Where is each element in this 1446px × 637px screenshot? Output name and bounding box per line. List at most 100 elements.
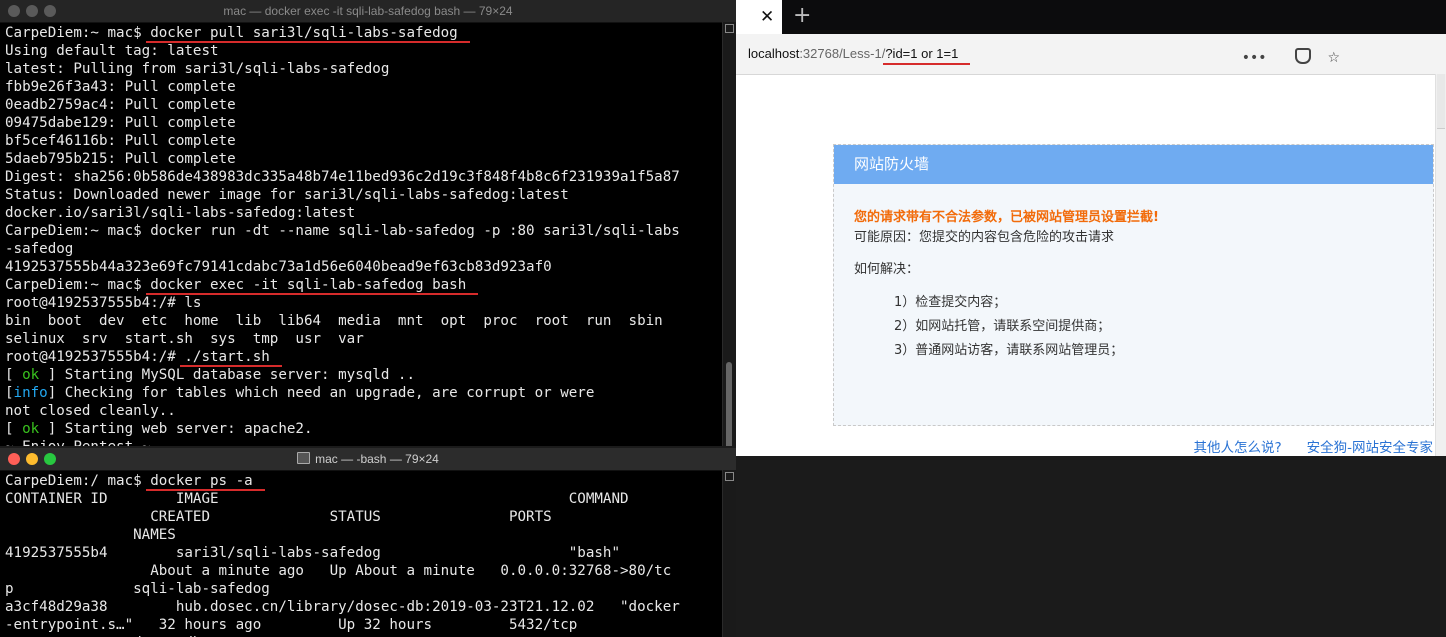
terminal-line: 09475dabe129: Pull complete xyxy=(5,114,722,132)
page-actions-menu-icon[interactable]: ••• xyxy=(1242,50,1267,66)
bookmark-star-icon[interactable]: ☆ xyxy=(1327,50,1340,66)
terminal-line: CarpeDiem:~ mac$ docker exec -it sqli-la… xyxy=(5,276,722,294)
terminal-title: mac — docker exec -it sqli-lab-safedog b… xyxy=(223,4,513,18)
terminal-text: fbb9e26f3a43: Pull complete xyxy=(5,79,236,95)
terminal-line: selinux srv start.sh sys tmp usr var xyxy=(5,330,722,348)
terminal-doc-icon xyxy=(297,452,311,464)
terminal-scrollbar[interactable] xyxy=(722,22,736,446)
safedog-link[interactable]: 安全狗-网站安全专家 xyxy=(1307,440,1433,456)
highlighted-command: ./start.sh xyxy=(184,349,270,365)
terminal-line: not closed cleanly.. xyxy=(5,402,722,420)
terminal-output[interactable]: CarpeDiem:/ mac$ docker ps -a CONTAINER I… xyxy=(5,472,722,637)
terminal-line: 4192537555b44a323e69fc79141cdabc73a1d56e… xyxy=(5,258,722,276)
terminal-text: CarpeDiem:~ mac$ docker run -dt --name s… xyxy=(5,223,680,239)
resolve-steps: 1）检查提交内容； 2）如网站托管，请联系空间提供商； 3）普通网站访客，请联系… xyxy=(894,291,1123,363)
terminal-text: -entrypoint.s…" 32 hours ago Up 32 hours… xyxy=(5,617,578,633)
terminal-text: [ xyxy=(5,367,23,383)
browser-tab[interactable]: ✕ xyxy=(736,0,782,34)
terminal-line: root@4192537555b4:/# ./start.sh xyxy=(5,348,722,366)
page-scrollbar[interactable] xyxy=(1435,74,1446,456)
terminal-text: -safedog xyxy=(5,241,74,257)
highlighted-command: docker exec -it sqli-lab-safedog bash xyxy=(150,277,467,293)
terminal-line: [ ok ] Starting web server: apache2. xyxy=(5,420,722,438)
address-bar[interactable]: localhost:32768/Less-1/?id=1 or 1=1 ••• … xyxy=(736,38,1404,69)
terminal-title-text: mac — -bash — 79×24 xyxy=(315,452,439,466)
status-ok-tag: ok xyxy=(22,367,40,383)
terminal-text: ~ Enjoy Pentest ~ xyxy=(5,439,150,446)
split-pane-icon[interactable] xyxy=(725,472,734,481)
url-path: :32768/Less-1/ xyxy=(799,46,886,61)
terminal-text: CarpeDiem:~ mac$ xyxy=(5,277,151,293)
terminal-text: bin boot dev etc home lib lib64 media mn… xyxy=(5,313,663,329)
terminal-line: CarpeDiem:~ mac$ docker pull sari3l/sqli… xyxy=(5,24,722,42)
url-query: ?id=1 or 1=1 xyxy=(885,46,959,61)
status-info-tag: info xyxy=(13,385,48,401)
terminal-text: root@4192537555b4:/# xyxy=(5,349,185,365)
others-say-link[interactable]: 其他人怎么说? xyxy=(1193,440,1281,456)
terminal-line: ~ Enjoy Pentest ~ xyxy=(5,438,722,446)
terminal-line: Using default tag: latest xyxy=(5,42,722,60)
terminal-window-exec[interactable]: mac — docker exec -it sqli-lab-safedog b… xyxy=(0,0,736,446)
resolve-step: 1）检查提交内容； xyxy=(894,295,1007,310)
terminal-text: selinux srv start.sh sys tmp usr var xyxy=(5,331,364,347)
url-text[interactable]: localhost:32768/Less-1/?id=1 or 1=1 xyxy=(748,46,958,61)
footer-links: 其他人怎么说? 安全狗-网站安全专家 xyxy=(1168,436,1433,456)
resolve-step: 2）如网站托管，请联系空间提供商； xyxy=(894,319,1111,334)
terminal-line: 4192537555b4 sari3l/sqli-labs-safedog "b… xyxy=(5,544,722,562)
terminal-text: not closed cleanly.. xyxy=(5,403,176,419)
terminal-text: CarpeDiem:/ mac$ xyxy=(5,473,151,489)
terminal-text: [ xyxy=(5,385,14,401)
highlighted-command: docker ps -a xyxy=(150,473,253,489)
terminal-line: bin boot dev etc home lib lib64 media mn… xyxy=(5,312,722,330)
terminal-line: -safedog xyxy=(5,240,722,258)
terminal-text: NAMES xyxy=(5,527,176,543)
terminal-text: Using default tag: latest xyxy=(5,43,219,59)
terminal-output[interactable]: CarpeDiem:~ mac$ docker pull sari3l/sqli… xyxy=(5,24,722,446)
terminal-text: a3cf48d29a38 hub.dosec.cn/library/dosec-… xyxy=(5,599,680,615)
status-ok-tag: ok xyxy=(22,421,40,437)
close-tab-icon[interactable]: ✕ xyxy=(760,7,774,27)
terminal-titlebar[interactable]: mac — -bash — 79×24 xyxy=(0,448,736,471)
terminal-line: bf5cef46116b: Pull complete xyxy=(5,132,722,150)
address-bar-actions: ••• ☆ xyxy=(1230,48,1340,66)
terminal-text: ] Checking for tables which need an upgr… xyxy=(47,385,595,401)
how-to-resolve: 如何解决： xyxy=(854,262,920,277)
terminal-window-bash[interactable]: mac — -bash — 79×24 CarpeDiem:/ mac$ doc… xyxy=(0,448,736,637)
highlighted-command: docker pull sari3l/sqli-labs-safedog xyxy=(150,25,458,41)
split-pane-icon[interactable] xyxy=(725,24,734,33)
terminal-line: About a minute ago Up About a minute 0.0… xyxy=(5,562,722,580)
terminal-line: CONTAINER ID IMAGE COMMAND xyxy=(5,490,722,508)
terminal-line: p sqli-lab-safedog xyxy=(5,580,722,598)
terminal-line: docker.io/sari3l/sqli-labs-safedog:lates… xyxy=(5,204,722,222)
terminal-line: Status: Downloaded newer image for sari3… xyxy=(5,186,722,204)
firewall-header: 网站防火墙 xyxy=(834,145,1433,184)
terminal-line: -entrypoint.s…" 32 hours ago Up 32 hours… xyxy=(5,616,722,634)
terminal-text: 09475dabe129: Pull complete xyxy=(5,115,236,131)
terminal-line: root@4192537555b4:/# ls xyxy=(5,294,722,312)
terminal-text: About a minute ago Up About a minute 0.0… xyxy=(5,563,672,579)
terminal-line: CarpeDiem:/ mac$ docker ps -a xyxy=(5,472,722,490)
terminal-text: Digest: sha256:0b586de438983dc335a48b74e… xyxy=(5,169,680,185)
terminal-text: latest: Pulling from sari3l/sqli-labs-sa… xyxy=(5,61,390,77)
terminal-line: 5daeb795b215: Pull complete xyxy=(5,150,722,168)
terminal-text: 5daeb795b215: Pull complete xyxy=(5,151,236,167)
terminal-text: root@4192537555b4:/# ls xyxy=(5,295,202,311)
pocket-icon[interactable] xyxy=(1283,48,1311,66)
terminal-text: ] Starting MySQL database server: mysqld… xyxy=(39,367,416,383)
terminal-text: docker.io/sari3l/sqli-labs-safedog:lates… xyxy=(5,205,356,221)
firewall-block-panel: 网站防火墙 您的请求带有不合法参数，已被网站管理员设置拦截! 可能原因：您提交的… xyxy=(833,144,1434,426)
desktop-background xyxy=(736,456,1446,637)
browser-window: ✕ + localhost:32768/Less-1/?id=1 or 1=1 … xyxy=(736,0,1446,456)
scrollbar-thumb[interactable] xyxy=(726,362,732,446)
terminal-line: Digest: sha256:0b586de438983dc335a48b74e… xyxy=(5,168,722,186)
terminal-line: [info] Checking for tables which need an… xyxy=(5,384,722,402)
terminal-text: 4192537555b44a323e69fc79141cdabc73a1d56e… xyxy=(5,259,552,275)
terminal-line: latest: Pulling from sari3l/sqli-labs-sa… xyxy=(5,60,722,78)
new-tab-icon[interactable]: + xyxy=(793,3,811,28)
terminal-scrollbar[interactable] xyxy=(722,470,736,637)
terminal-line: CarpeDiem:~ mac$ docker run -dt --name s… xyxy=(5,222,722,240)
terminal-line: a3cf48d29a38 hub.dosec.cn/library/dosec-… xyxy=(5,598,722,616)
terminal-titlebar[interactable]: mac — docker exec -it sqli-lab-safedog b… xyxy=(0,0,736,23)
page-scrollbar-thumb[interactable] xyxy=(1437,74,1445,129)
tab-strip: ✕ + xyxy=(736,0,1446,34)
